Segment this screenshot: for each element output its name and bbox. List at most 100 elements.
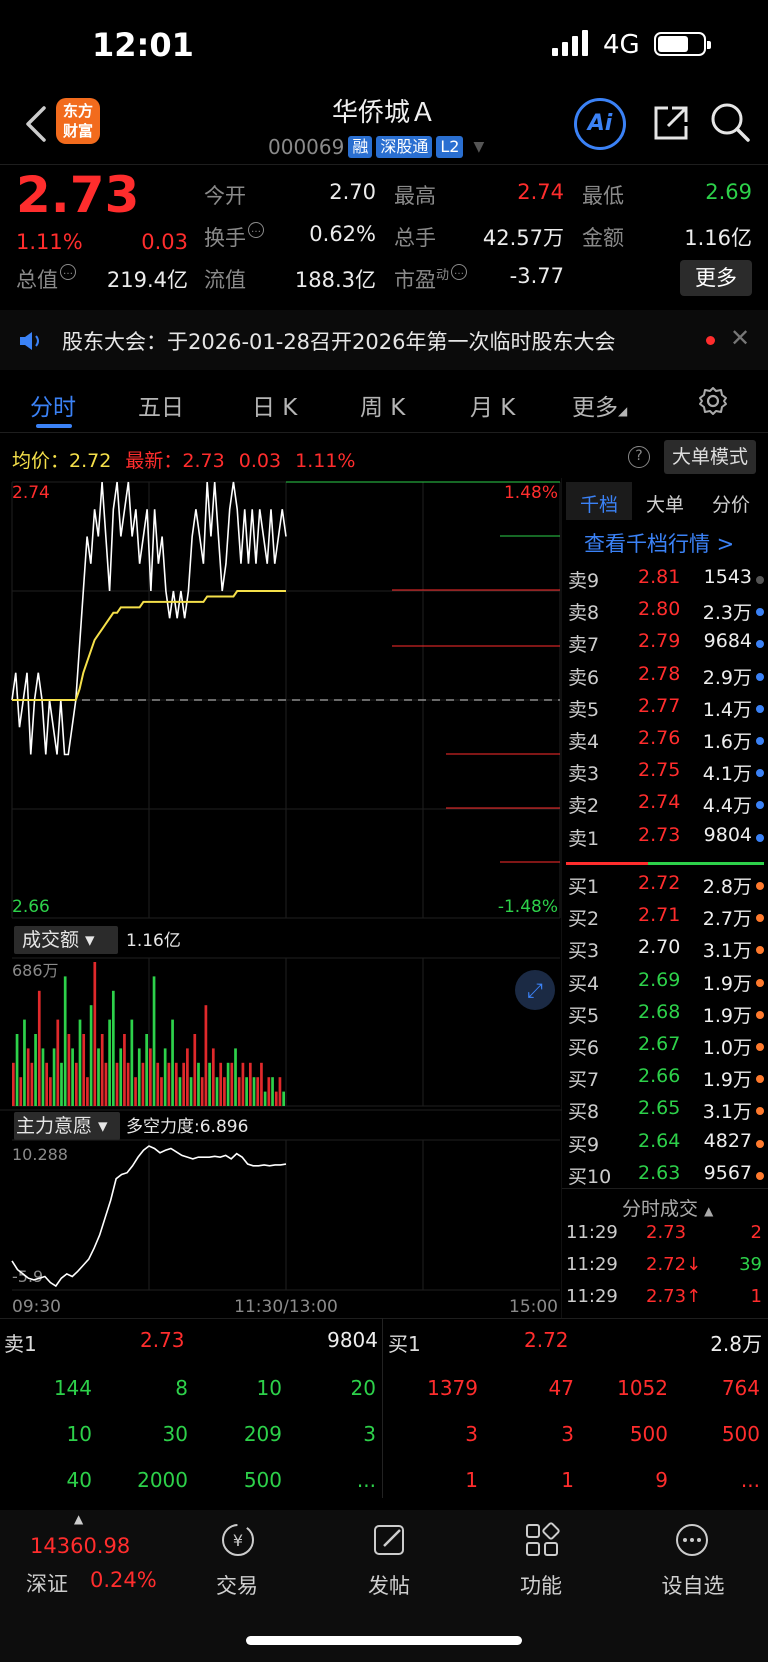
volume-bar bbox=[189, 1077, 193, 1106]
ask-dot bbox=[756, 737, 764, 745]
intraday-chart[interactable]: 2.74 2.66 1.48% -1.48% 成交额 ▾ 1.16亿 686万 ⤢ 主力意愿 ▾… bbox=[0, 478, 562, 1318]
nav-trade[interactable]: 交易 bbox=[192, 1570, 282, 1600]
volume-bar bbox=[256, 1077, 260, 1106]
help-icon[interactable]: ? bbox=[628, 446, 650, 468]
bid-level: 买2 bbox=[568, 908, 600, 931]
trade-time: 11:29 bbox=[566, 1286, 618, 1307]
volume-bar bbox=[263, 1091, 267, 1106]
tab-five-day[interactable]: 五日 bbox=[138, 388, 184, 422]
trade-time: 11:29 bbox=[566, 1254, 618, 1275]
bid-dot bbox=[756, 946, 764, 955]
turnover-value: 0.62% bbox=[309, 222, 376, 246]
big-order-mode-button[interactable]: 大单模式 bbox=[664, 440, 756, 474]
volume-bar bbox=[100, 1034, 104, 1106]
caret-up-icon[interactable]: ▲ bbox=[74, 1512, 83, 1526]
ask-queue-cell: 2000 bbox=[137, 1468, 188, 1492]
bid-dot bbox=[756, 1043, 764, 1051]
share-icon[interactable] bbox=[650, 102, 692, 144]
high-value: 2.74 bbox=[517, 180, 564, 204]
ask-queue-cell: 20 bbox=[350, 1376, 376, 1400]
volume-bar bbox=[137, 1048, 141, 1106]
index-name[interactable]: 深证 bbox=[26, 1568, 68, 1598]
ask-bid-ratio-green bbox=[648, 862, 764, 865]
volume-bar bbox=[230, 1062, 234, 1106]
info-icon[interactable]: … bbox=[451, 264, 468, 280]
unread-dot bbox=[706, 336, 715, 345]
divider bbox=[382, 1318, 383, 1498]
tab-daily-k[interactable]: 日 K bbox=[252, 388, 297, 422]
index-value[interactable]: 14360.98 bbox=[30, 1534, 130, 1558]
ask-row[interactable]: 卖5 2.77 1.4万 bbox=[566, 695, 766, 727]
ask-row[interactable]: 卖8 2.80 2.3万 bbox=[566, 598, 766, 630]
svg-text:¥: ¥ bbox=[233, 1531, 243, 1550]
trade-icon[interactable]: ¥ bbox=[218, 1520, 258, 1560]
bid-queue-cell: 500 bbox=[721, 1422, 760, 1446]
volume-bar bbox=[67, 1034, 71, 1106]
volume-bar bbox=[23, 1019, 26, 1106]
search-icon[interactable] bbox=[708, 100, 752, 144]
bid-row[interactable]: 买9 2.64 4827 bbox=[566, 1130, 766, 1162]
more-dots-icon[interactable] bbox=[672, 1520, 712, 1560]
ask-row[interactable]: 卖6 2.78 2.9万 bbox=[566, 663, 766, 695]
volume-title: 成交额 ▾ bbox=[22, 929, 95, 951]
volume-bar bbox=[97, 1048, 100, 1106]
ask-row[interactable]: 卖3 2.75 4.1万 bbox=[566, 759, 766, 791]
volume-bar bbox=[278, 1077, 282, 1106]
bid-row[interactable]: 买6 2.67 1.0万 bbox=[566, 1033, 766, 1065]
bid-volume: 1.9万 bbox=[702, 1069, 752, 1092]
bid-row[interactable]: 买4 2.69 1.9万 bbox=[566, 969, 766, 1001]
x-tick-open: 09:30 bbox=[12, 1297, 61, 1317]
tab-weekly-k[interactable]: 周 K bbox=[360, 388, 405, 422]
bid-row[interactable]: 买5 2.68 1.9万 bbox=[566, 1001, 766, 1033]
post-icon[interactable] bbox=[370, 1520, 410, 1560]
nav-watchlist[interactable]: 设自选 bbox=[648, 1570, 738, 1600]
gear-icon[interactable] bbox=[698, 386, 728, 416]
nav-post[interactable]: 发帖 bbox=[344, 1570, 434, 1600]
ask-bid-ratio-red bbox=[566, 862, 648, 865]
ask-price: 2.73 bbox=[638, 823, 681, 846]
tab-intraday[interactable]: 分时 bbox=[30, 388, 76, 422]
volume-bar bbox=[86, 1077, 89, 1106]
bid-row[interactable]: 买1 2.72 2.8万 bbox=[566, 872, 766, 904]
ask-volume: 1543 bbox=[703, 566, 752, 588]
turnover-label: 换手… bbox=[204, 222, 264, 252]
ai-button[interactable]: Ai bbox=[574, 98, 626, 150]
bid-row[interactable]: 买8 2.65 3.1万 bbox=[566, 1097, 766, 1129]
info-icon[interactable]: … bbox=[60, 264, 76, 280]
bid-row[interactable]: 买2 2.71 2.7万 bbox=[566, 904, 766, 936]
ask-row[interactable]: 卖1 2.73 9804 bbox=[566, 824, 766, 856]
ask-row[interactable]: 卖4 2.76 1.6万 bbox=[566, 727, 766, 759]
index-pct[interactable]: 0.24% bbox=[90, 1568, 157, 1592]
volume-total: 1.16亿 bbox=[126, 931, 181, 951]
tab-more[interactable]: 更多◢ bbox=[572, 388, 627, 422]
volume-bar bbox=[245, 1077, 248, 1106]
bb-bid-price: 2.72 bbox=[524, 1328, 569, 1352]
info-icon[interactable]: … bbox=[248, 222, 264, 238]
bid-row[interactable]: 买3 2.70 3.1万 bbox=[566, 936, 766, 968]
tab-monthly-k[interactable]: 月 K bbox=[470, 388, 515, 422]
tab-depth[interactable]: 千档 bbox=[580, 490, 618, 517]
more-button[interactable]: 更多 bbox=[680, 260, 752, 296]
ask-dot bbox=[756, 576, 764, 584]
view-depth-link[interactable]: 查看千档行情 > bbox=[584, 528, 734, 558]
ask-row[interactable]: 卖7 2.79 9684 bbox=[566, 630, 766, 662]
volume-bar bbox=[152, 976, 156, 1106]
tab-price-dist[interactable]: 分价 bbox=[712, 490, 750, 517]
bid-volume: 1.0万 bbox=[702, 1037, 752, 1059]
trade-time: 11:29 bbox=[566, 1222, 618, 1243]
indicator-title: 主力意愿 ▾ bbox=[16, 1115, 108, 1137]
indicator-subtitle: 多空力度:6.896 bbox=[126, 1117, 248, 1137]
bid-level: 买7 bbox=[568, 1069, 600, 1092]
function-icon[interactable] bbox=[522, 1520, 562, 1560]
stock-code-row[interactable]: 000069 融 深股通 L2 ▼ bbox=[268, 132, 484, 162]
close-icon[interactable]: ✕ bbox=[730, 324, 750, 352]
nav-function[interactable]: 功能 bbox=[496, 1570, 586, 1600]
ask-price: 2.77 bbox=[638, 694, 681, 717]
ask-row[interactable]: 卖2 2.74 4.4万 bbox=[566, 791, 766, 823]
notice-text[interactable]: 股东大会：于2026-01-28召开2026年第一次临时股东大会 bbox=[62, 326, 615, 356]
ask-row[interactable]: 卖9 2.81 1543 bbox=[566, 566, 766, 598]
tab-big-order[interactable]: 大单 bbox=[646, 490, 684, 517]
bb-bid-vol: 2.8万 bbox=[710, 1332, 762, 1356]
trades-title[interactable]: 分时成交 ▲ bbox=[622, 1194, 713, 1221]
bid-row[interactable]: 买7 2.66 1.9万 bbox=[566, 1065, 766, 1097]
